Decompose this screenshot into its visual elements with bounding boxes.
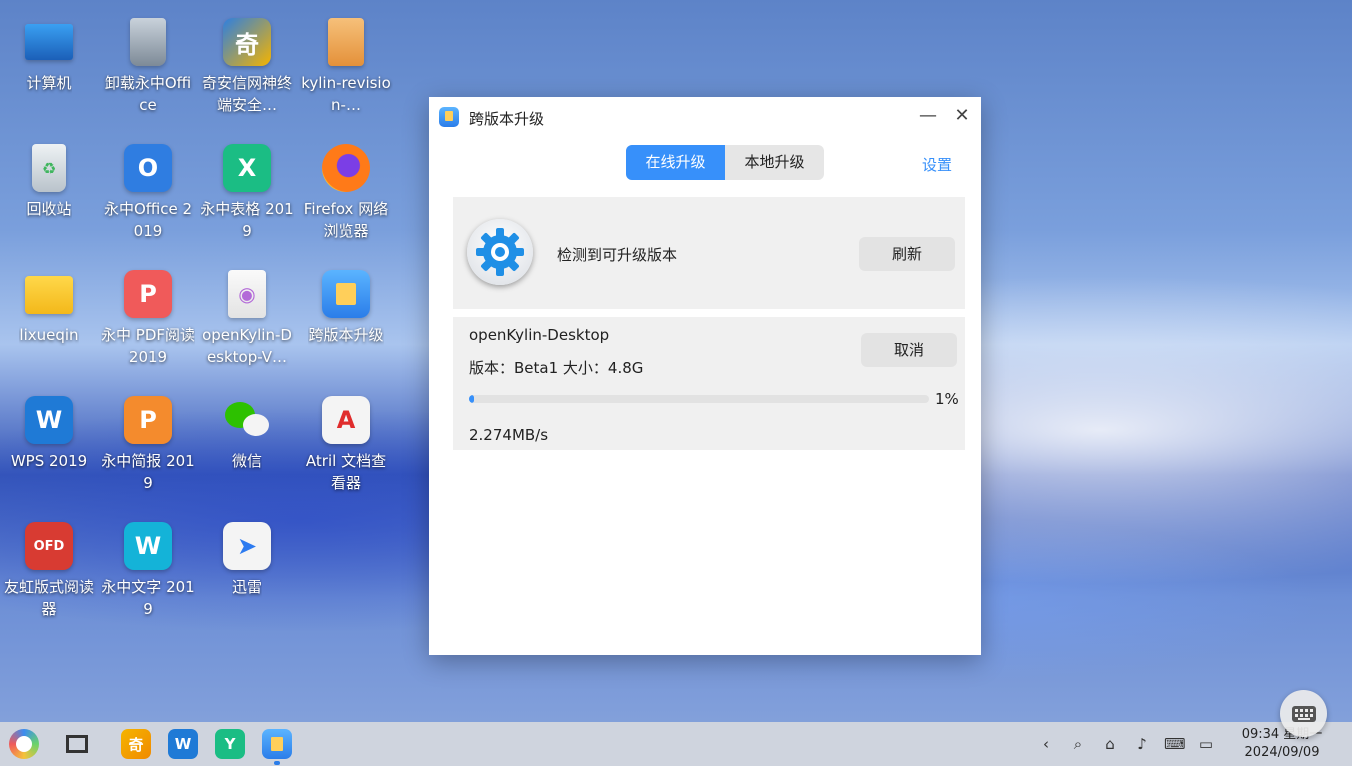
progress-percent: 1%: [935, 390, 959, 408]
desktop-icon-computer[interactable]: 计算机: [2, 18, 96, 94]
package-meta: 版本：Beta1 大小：4.8G: [469, 359, 644, 377]
desktop-icon-wps[interactable]: W WPS 2019: [2, 396, 96, 472]
desktop-icon-label: WPS 2019: [10, 452, 88, 470]
close-button[interactable]: ✕: [950, 105, 974, 129]
desktop-icon-label: 计算机: [26, 74, 72, 92]
virtual-keyboard-button[interactable]: [1280, 690, 1327, 737]
home-folder-icon: [25, 276, 73, 314]
yozo-slides-icon: P: [124, 396, 172, 444]
recycle-bin-icon: ♻: [32, 144, 66, 192]
desktop-icon-yozo-sheet[interactable]: X 永中表格 2019: [200, 144, 294, 242]
qianxin-icon[interactable]: 奇: [121, 729, 151, 759]
tab-local-upgrade[interactable]: 本地升级: [725, 145, 824, 180]
computer-icon: [25, 24, 73, 60]
desktop-icon-atril[interactable]: A Atril 文档查看器: [299, 396, 393, 494]
desktop-icon-label: 迅雷: [231, 578, 262, 596]
desktop-icon-kylin-revision[interactable]: kylin-revision-…: [299, 18, 393, 116]
window-title: 跨版本升级: [469, 110, 545, 128]
desktop-icon-yozo-writer[interactable]: W 永中文字 2019: [101, 522, 195, 620]
download-speed: 2.274MB/s: [469, 426, 549, 444]
wechat-icon: [223, 396, 271, 444]
settings-link[interactable]: 设置: [922, 154, 952, 175]
desktop-icon-openkylin-iso[interactable]: ◉ openKylin-Desktop-V…: [200, 270, 294, 368]
desktop-icon-label: openKylin-Desktop-V…: [202, 326, 292, 366]
upgrade-icon: [322, 270, 370, 318]
desktop-icon-yozo-office[interactable]: O 永中Office 2019: [101, 144, 195, 242]
desktop-icon-firefox[interactable]: Firefox 网络浏览器: [299, 144, 393, 242]
yozo-app-icon[interactable]: Y: [215, 729, 245, 759]
tab-online-upgrade[interactable]: 在线升级: [626, 145, 725, 180]
desktop-icon-yozo-slides[interactable]: P 永中简报 2019: [101, 396, 195, 494]
desktop-icon-label: Firefox 网络浏览器: [303, 200, 389, 240]
desktop-icon-label: 微信: [231, 452, 262, 470]
download-progress-fill: [469, 395, 474, 403]
desktop-icon-recycle-bin[interactable]: ♻ 回收站: [2, 144, 96, 220]
desktop-icon-label: lixueqin: [19, 326, 79, 344]
yozo-office-icon: O: [124, 144, 172, 192]
yozo-pdf-icon: P: [124, 270, 172, 318]
qianxin-icon: 奇: [223, 18, 271, 66]
desktop-icon-qianxin[interactable]: 奇 奇安信网神终端安全…: [200, 18, 294, 116]
thunder-icon: ➤: [223, 522, 271, 570]
desktop-icon-label: 友虹版式阅读器: [3, 578, 94, 618]
window-titlebar[interactable]: 跨版本升级 — ✕: [429, 97, 981, 137]
wps-icon: W: [25, 396, 73, 444]
refresh-button[interactable]: 刷新: [859, 237, 955, 271]
desktop-icon-upgrade[interactable]: 跨版本升级: [299, 270, 393, 346]
desktop-icon-wechat[interactable]: 微信: [200, 396, 294, 472]
desktop-icon-label: 跨版本升级: [308, 326, 384, 344]
package-panel: openKylin-Desktop 版本：Beta1 大小：4.8G 取消 1%…: [453, 317, 965, 450]
desktop-icon-label: 永中表格 2019: [200, 200, 294, 240]
desktop-icon-uninstall-yozo[interactable]: 卸载永中Office: [101, 18, 195, 116]
ofd-reader-icon: OFD: [25, 522, 73, 570]
atril-icon: A: [322, 396, 370, 444]
multitask-view-icon[interactable]: [62, 729, 92, 759]
search-icon[interactable]: ⌕: [1068, 734, 1088, 754]
yozo-writer-icon: W: [124, 522, 172, 570]
upgrade-window: 跨版本升级 — ✕ 在线升级 本地升级 设置 检测到可升级版本 刷新 openK…: [429, 97, 981, 655]
upgrade-icon: [439, 107, 459, 127]
desktop-icon-label: kylin-revision-…: [301, 74, 391, 114]
wps-icon[interactable]: W: [168, 729, 198, 759]
volume-icon[interactable]: ♪: [1132, 734, 1152, 754]
desktop-icon-home-folder[interactable]: lixueqin: [2, 270, 96, 346]
disc-image-icon: ◉: [228, 270, 266, 318]
desktop-icon-label: 永中简报 2019: [101, 452, 195, 492]
desktop-icon-ofd-reader[interactable]: OFD 友虹版式阅读器: [2, 522, 96, 620]
desktop-icon-label: 卸载永中Office: [104, 74, 192, 114]
desktop-icon-label: 永中 PDF阅读 2019: [101, 326, 195, 366]
desktop-icon-yozo-pdf[interactable]: P 永中 PDF阅读 2019: [101, 270, 195, 368]
start-menu-icon[interactable]: [9, 729, 39, 759]
desktop-icon-label: 永中文字 2019: [101, 578, 195, 618]
desktop-icon-thunder[interactable]: ➤ 迅雷: [200, 522, 294, 598]
firefox-icon: [322, 144, 370, 192]
detect-message: 检测到可升级版本: [557, 246, 678, 264]
input-method-icon[interactable]: ⌨: [1164, 734, 1186, 754]
active-app-indicator: [274, 761, 280, 765]
chevron-left-icon[interactable]: ‹: [1036, 734, 1056, 754]
desktop-icon-label: Atril 文档查看器: [305, 452, 387, 492]
desktop-icon-label: 奇安信网神终端安全…: [201, 74, 292, 114]
minimize-button[interactable]: —: [916, 105, 940, 129]
detect-panel: 检测到可升级版本 刷新: [453, 197, 965, 309]
trash-bin-icon: [130, 18, 166, 66]
desktop-icon-label: 回收站: [26, 200, 72, 218]
gear-icon: [467, 219, 533, 285]
notification-icon[interactable]: ▭: [1196, 734, 1216, 754]
keyboard-icon: [1291, 705, 1316, 722]
upgrade-icon[interactable]: [262, 729, 292, 759]
cancel-button[interactable]: 取消: [861, 333, 957, 367]
desktop-icon-label: 永中Office 2019: [103, 200, 193, 240]
clock-date: 2024/09/09: [1244, 745, 1320, 760]
package-name: openKylin-Desktop: [469, 326, 610, 344]
taskbar: 奇 W Y ‹ ⌕ ⌂ ♪ ⌨ ▭ 09:34 星期一 2024/09/09: [0, 722, 1352, 766]
yozo-sheet-icon: X: [223, 144, 271, 192]
network-icon[interactable]: ⌂: [1100, 734, 1120, 754]
archive-icon: [328, 18, 364, 66]
upgrade-mode-tabs: 在线升级 本地升级: [626, 145, 824, 180]
download-progress-bar: [469, 395, 929, 403]
